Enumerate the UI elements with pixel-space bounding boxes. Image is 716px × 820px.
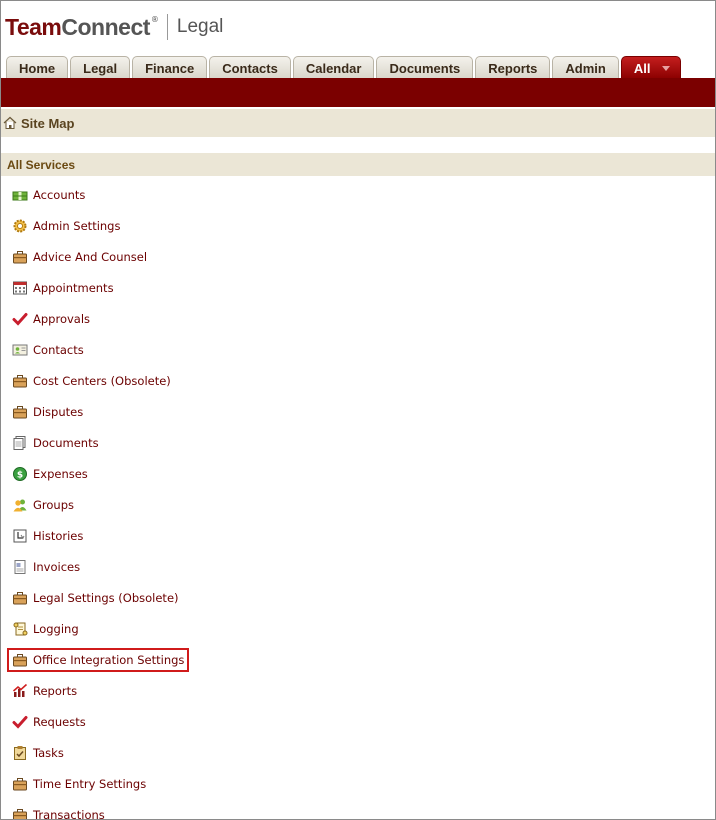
page-header: Site Map	[1, 109, 715, 137]
service-link-time-entry-settings[interactable]: Time Entry Settings	[12, 774, 146, 794]
service-link-advice-and-counsel[interactable]: Advice And Counsel	[12, 247, 147, 267]
tab-contacts-label: Contacts	[222, 60, 278, 76]
svg-text:$: $	[17, 471, 23, 481]
service-link-label[interactable]: Tasks	[33, 746, 64, 760]
document-icon	[12, 435, 28, 451]
briefcase-icon	[12, 373, 28, 389]
service-link-expenses[interactable]: $ Expenses	[12, 464, 88, 484]
contact-card-icon	[12, 342, 28, 358]
tab-admin-label: Admin	[565, 60, 606, 76]
service-link-label[interactable]: Advice And Counsel	[33, 250, 147, 264]
gear-icon	[12, 218, 28, 234]
logo-divider	[166, 14, 168, 40]
home-icon	[3, 116, 17, 129]
tab-legal[interactable]: Legal	[70, 56, 131, 79]
accounts-icon	[12, 187, 28, 203]
service-link-label[interactable]: Accounts	[33, 188, 85, 202]
service-link-label[interactable]: Invoices	[33, 560, 80, 574]
tab-finance-label: Finance	[145, 60, 195, 76]
logo-product-name: Legal	[176, 16, 224, 37]
sub-nav-bar	[1, 78, 715, 107]
service-link-label[interactable]: Expenses	[33, 467, 88, 481]
group-icon	[12, 497, 28, 513]
task-clipboard-icon	[12, 745, 28, 761]
tab-all[interactable]: All	[620, 56, 682, 79]
service-link-label[interactable]: Appointments	[33, 281, 114, 295]
logo-brand-connect: Connect	[61, 13, 150, 40]
service-link-office-integration-settings[interactable]: Office Integration Settings	[6, 648, 190, 672]
checkmark-icon	[12, 714, 28, 730]
service-link-label[interactable]: Transactions	[33, 808, 105, 819]
service-link-label[interactable]: Requests	[33, 715, 86, 729]
checkmark-icon	[12, 311, 28, 327]
tab-contacts[interactable]: Contacts	[209, 56, 291, 79]
tab-calendar[interactable]: Calendar	[292, 56, 375, 79]
tab-admin[interactable]: Admin	[552, 56, 619, 79]
tab-home[interactable]: Home	[6, 56, 69, 79]
service-link-invoices[interactable]: Invoices	[12, 557, 80, 577]
briefcase-icon	[12, 404, 28, 420]
briefcase-icon	[12, 590, 28, 606]
dollar-coin-icon: $	[12, 466, 28, 482]
service-link-legal-settings-obsolete[interactable]: Legal Settings (Obsolete)	[12, 588, 179, 608]
service-link-label[interactable]: Histories	[33, 529, 83, 543]
service-link-label[interactable]: Office Integration Settings	[33, 653, 184, 667]
service-link-contacts[interactable]: Contacts	[12, 340, 84, 360]
service-link-documents[interactable]: Documents	[12, 433, 99, 453]
service-link-groups[interactable]: Groups	[12, 495, 74, 515]
service-link-transactions[interactable]: Transactions	[12, 805, 105, 819]
tab-reports-label: Reports	[488, 60, 538, 76]
service-link-label[interactable]: Cost Centers (Obsolete)	[33, 374, 171, 388]
service-link-label[interactable]: Legal Settings (Obsolete)	[33, 591, 179, 605]
service-link-reports[interactable]: Reports	[12, 681, 77, 701]
report-chart-icon	[12, 683, 28, 699]
service-link-cost-centers-obsolete[interactable]: Cost Centers (Obsolete)	[12, 371, 171, 391]
service-link-histories[interactable]: Histories	[12, 526, 83, 546]
invoice-icon	[12, 559, 28, 575]
section-header: All Services	[1, 153, 715, 176]
page-title: Site Map	[21, 115, 75, 131]
service-link-label[interactable]: Admin Settings	[33, 219, 120, 233]
calendar-icon	[12, 280, 28, 296]
service-link-label[interactable]: Logging	[33, 622, 79, 636]
tab-calendar-label: Calendar	[305, 60, 362, 76]
service-link-requests[interactable]: Requests	[12, 712, 86, 732]
tab-reports[interactable]: Reports	[475, 56, 551, 79]
service-link-admin-settings[interactable]: Admin Settings	[12, 216, 120, 236]
tab-home-label: Home	[19, 60, 56, 76]
scroll-icon	[12, 621, 28, 637]
briefcase-icon	[12, 249, 28, 265]
service-link-label[interactable]: Time Entry Settings	[33, 777, 146, 791]
tab-documents-label: Documents	[389, 60, 461, 76]
service-link-logging[interactable]: Logging	[12, 619, 79, 639]
service-link-label[interactable]: Disputes	[33, 405, 83, 419]
teamconnect-logo: Team Connect ® Legal	[5, 12, 223, 42]
briefcase-icon	[12, 652, 28, 668]
service-link-label[interactable]: Contacts	[33, 343, 84, 357]
service-link-label[interactable]: Reports	[33, 684, 77, 698]
service-link-label[interactable]: Approvals	[33, 312, 90, 326]
tab-finance[interactable]: Finance	[132, 56, 208, 79]
logo-registered-mark: ®	[150, 14, 159, 24]
tab-all-label: All	[633, 60, 651, 76]
briefcase-icon	[12, 776, 28, 792]
history-icon	[12, 528, 28, 544]
chevron-down-icon[interactable]	[662, 65, 671, 71]
service-link-appointments[interactable]: Appointments	[12, 278, 114, 298]
service-link-disputes[interactable]: Disputes	[12, 402, 83, 422]
service-link-label[interactable]: Groups	[33, 498, 74, 512]
service-link-approvals[interactable]: Approvals	[12, 309, 90, 329]
service-link-tasks[interactable]: Tasks	[12, 743, 64, 763]
tab-legal-label: Legal	[83, 60, 118, 76]
app-window: Team Connect ® Legal Home Legal Finance Co…	[0, 0, 716, 820]
section-title: All Services	[7, 157, 76, 172]
main-nav-tabs: Home Legal Finance Contacts Calendar Doc…	[6, 55, 683, 79]
service-link-accounts[interactable]: Accounts	[12, 185, 85, 205]
briefcase-icon	[12, 807, 28, 819]
tab-documents[interactable]: Documents	[376, 56, 474, 79]
service-link-label[interactable]: Documents	[33, 436, 99, 450]
logo-brand-team: Team	[5, 13, 62, 40]
